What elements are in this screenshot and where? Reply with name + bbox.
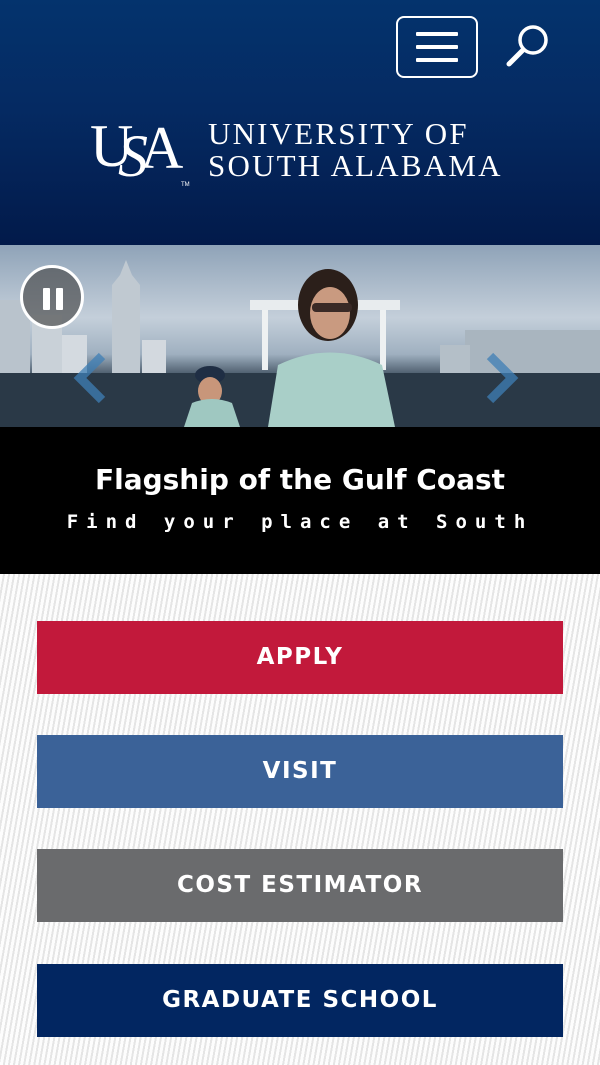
university-name: UNIVERSITY OF SOUTH ALABAMA	[208, 118, 538, 182]
hamburger-icon-bar	[416, 58, 458, 62]
slideshow-pause-button[interactable]	[20, 265, 84, 329]
call-to-action-section: APPLY VISIT COST ESTIMATOR GRADUATE SCHO…	[0, 574, 600, 1065]
search-button[interactable]	[500, 20, 556, 72]
svg-text:TM: TM	[181, 182, 190, 188]
pause-icon-bar	[56, 288, 63, 310]
slideshow-prev-button[interactable]	[70, 350, 110, 406]
graduate-school-button[interactable]: GRADUATE SCHOOL	[37, 964, 563, 1037]
usa-logo-mark: U S A TM	[90, 113, 190, 189]
site-header: U S A TM UNIVERSITY OF SOUTH ALABAMA	[0, 0, 600, 245]
university-name-line-2: SOUTH ALABAMA	[208, 148, 503, 183]
svg-text:A: A	[140, 115, 183, 181]
hamburger-icon-bar	[416, 45, 458, 49]
hero-caption: Flagship of the Gulf Coast Find your pla…	[0, 427, 600, 574]
cost-estimator-button[interactable]: COST ESTIMATOR	[37, 849, 563, 922]
hero-subtitle: Find your place at South	[66, 511, 534, 533]
university-logo[interactable]: U S A TM UNIVERSITY OF SOUTH ALABAMA	[88, 110, 528, 194]
chevron-left-icon	[73, 352, 106, 404]
hamburger-icon	[416, 32, 458, 36]
apply-button[interactable]: APPLY	[37, 621, 563, 694]
university-name-line-1: UNIVERSITY OF	[208, 116, 469, 151]
pause-icon	[43, 288, 50, 310]
chevron-right-icon	[486, 352, 519, 404]
menu-button[interactable]	[396, 16, 478, 78]
search-icon	[506, 25, 548, 67]
slideshow-next-button[interactable]	[482, 350, 522, 406]
visit-button[interactable]: VISIT	[37, 735, 563, 808]
hero-title: Flagship of the Gulf Coast	[94, 463, 506, 496]
hero-image	[0, 245, 600, 427]
